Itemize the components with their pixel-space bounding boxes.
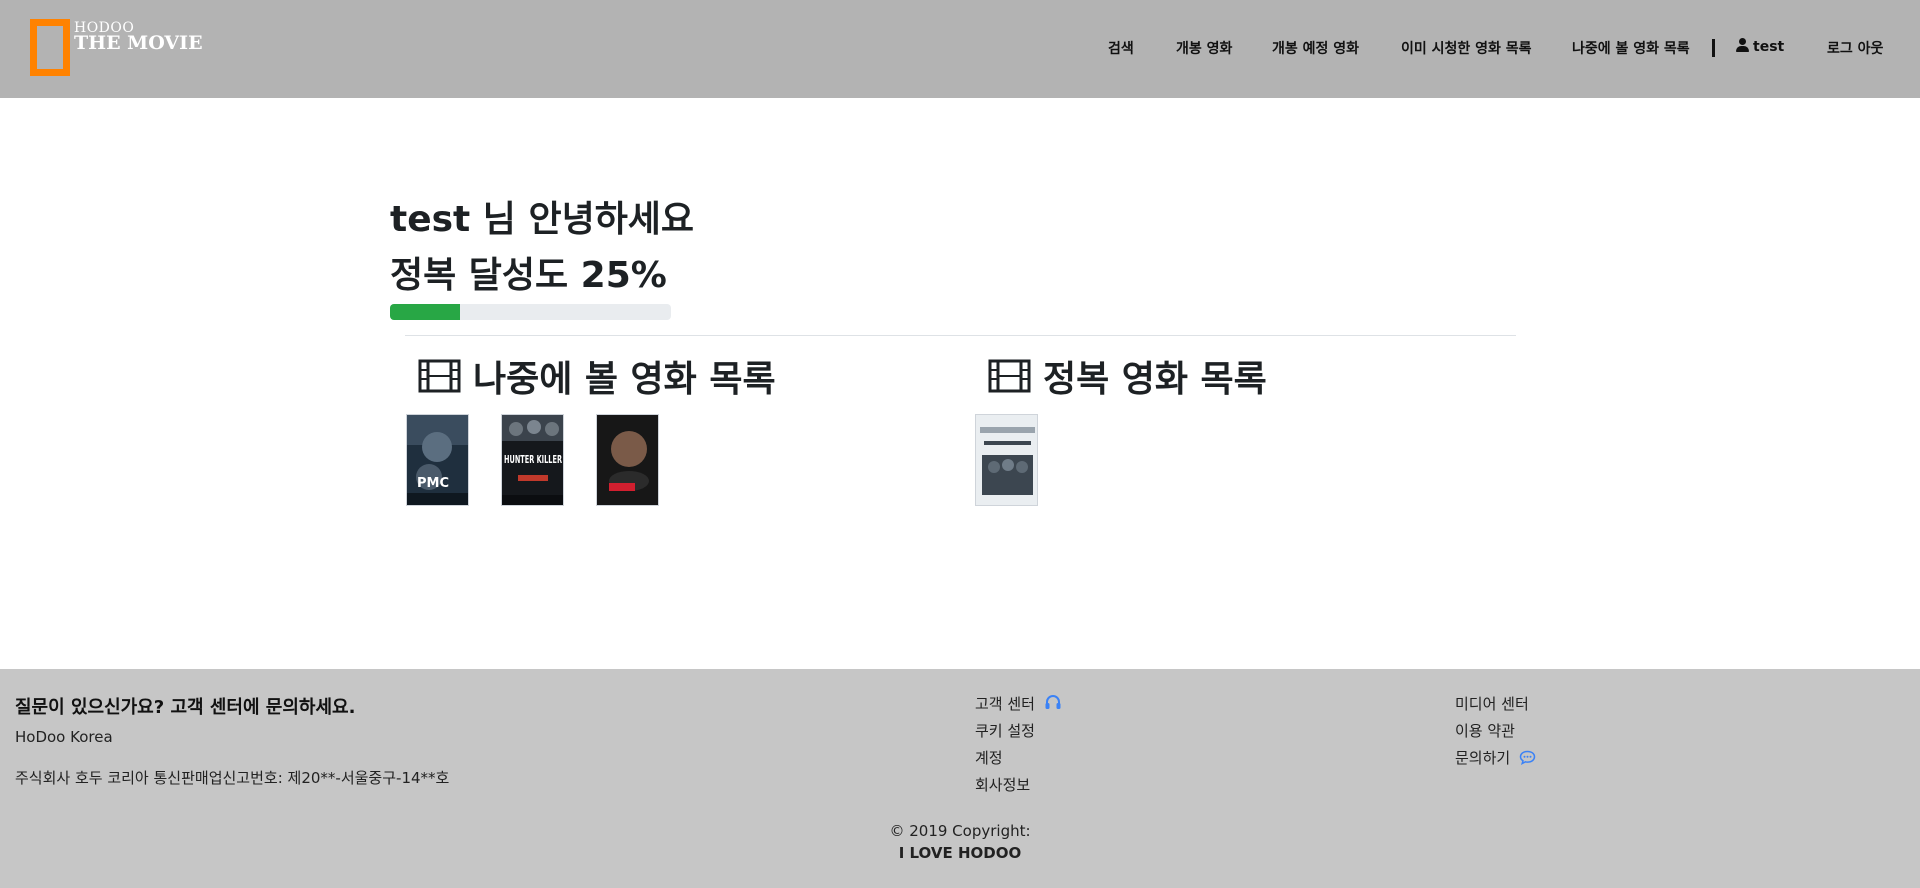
- footer-link-terms[interactable]: 이용 약관: [1455, 720, 1515, 741]
- footer-link-cookie[interactable]: 쿠키 설정: [975, 720, 1035, 741]
- poster-pmc[interactable]: PMC: [406, 414, 469, 506]
- footer-brand[interactable]: I LOVE HODOO: [0, 844, 1920, 862]
- nav-user-name: test: [1753, 39, 1785, 55]
- top-navbar: HODOO THE MOVIE 검색 개봉 영화 개봉 예정 영화 이미 시청한…: [0, 0, 1920, 98]
- conquered-title: 정복 영화 목록: [1043, 359, 1267, 400]
- nav-released-movies[interactable]: 개봉 영화: [1176, 38, 1232, 58]
- footer-link-support-label: 고객 센터: [975, 695, 1035, 713]
- footer-registration: 주식회사 호두 코리아 통신판매업신고번호: 제20**-서울중구-14**호: [15, 769, 450, 787]
- conquered-heading: 정복 영화 목록: [988, 350, 1267, 402]
- watch-later-heading: 나중에 볼 영화 목록: [418, 350, 776, 402]
- progress-fill: [390, 304, 461, 320]
- movie-poster-image: [597, 415, 658, 505]
- footer-heading: 질문이 있으신가요? 고객 센터에 문의하세요.: [15, 697, 356, 718]
- chat-bubble-icon: [1519, 750, 1536, 765]
- film-icon: [988, 359, 1031, 393]
- achievement-heading: 정복 달성도 25%: [390, 255, 667, 296]
- footer-link-inquiry[interactable]: 문의하기: [1455, 747, 1536, 768]
- nav-watch-later-list[interactable]: 나중에 볼 영화 목록: [1572, 38, 1690, 58]
- greeting-heading: test 님 안녕하세요: [390, 199, 695, 240]
- logo[interactable]: HODOO THE MOVIE: [28, 16, 203, 80]
- nav-divider: [1712, 39, 1715, 57]
- footer-link-support[interactable]: 고객 센터: [975, 693, 1062, 714]
- footer-copyright: © 2019 Copyright:: [889, 822, 1031, 840]
- footer-link-company-info[interactable]: 회사정보: [975, 774, 1030, 795]
- achievement-progress-bar: [390, 304, 671, 320]
- movie-poster-image: PMC: [407, 415, 468, 505]
- poster-hunter-killer[interactable]: HUNTER KILLER: [501, 414, 564, 506]
- footer-company: HoDoo Korea: [15, 728, 113, 746]
- footer-link-inquiry-label: 문의하기: [1455, 749, 1511, 767]
- nav-watched-list[interactable]: 이미 시청한 영화 목록: [1401, 38, 1532, 58]
- poster-title-text: PMC: [417, 476, 449, 491]
- section-divider: [405, 335, 1516, 336]
- poster-conquered-1[interactable]: [975, 414, 1038, 506]
- watch-later-title: 나중에 볼 영화 목록: [473, 359, 776, 400]
- nav-upcoming-movies[interactable]: 개봉 예정 영화: [1272, 38, 1359, 58]
- movie-poster-image: HUNTER KILLER: [502, 415, 563, 505]
- nav-user[interactable]: test: [1736, 38, 1784, 55]
- headset-icon: [1045, 695, 1061, 709]
- movie-poster-image: [976, 415, 1037, 505]
- user-icon: [1736, 38, 1749, 52]
- logo-title: THE MOVIE: [74, 32, 203, 54]
- nav-logout[interactable]: 로그 아웃: [1827, 38, 1883, 58]
- poster-title-text: HUNTER KILLER: [504, 453, 562, 466]
- film-icon: [418, 359, 461, 393]
- poster-movie-3[interactable]: [596, 414, 659, 506]
- footer-link-account[interactable]: 계정: [975, 747, 1003, 768]
- nav-search[interactable]: 검색: [1108, 38, 1134, 58]
- footer: 질문이 있으신가요? 고객 센터에 문의하세요. HoDoo Korea 주식회…: [0, 669, 1920, 888]
- logo-frame-icon: [30, 19, 70, 76]
- footer-link-media-center[interactable]: 미디어 센터: [1455, 693, 1529, 714]
